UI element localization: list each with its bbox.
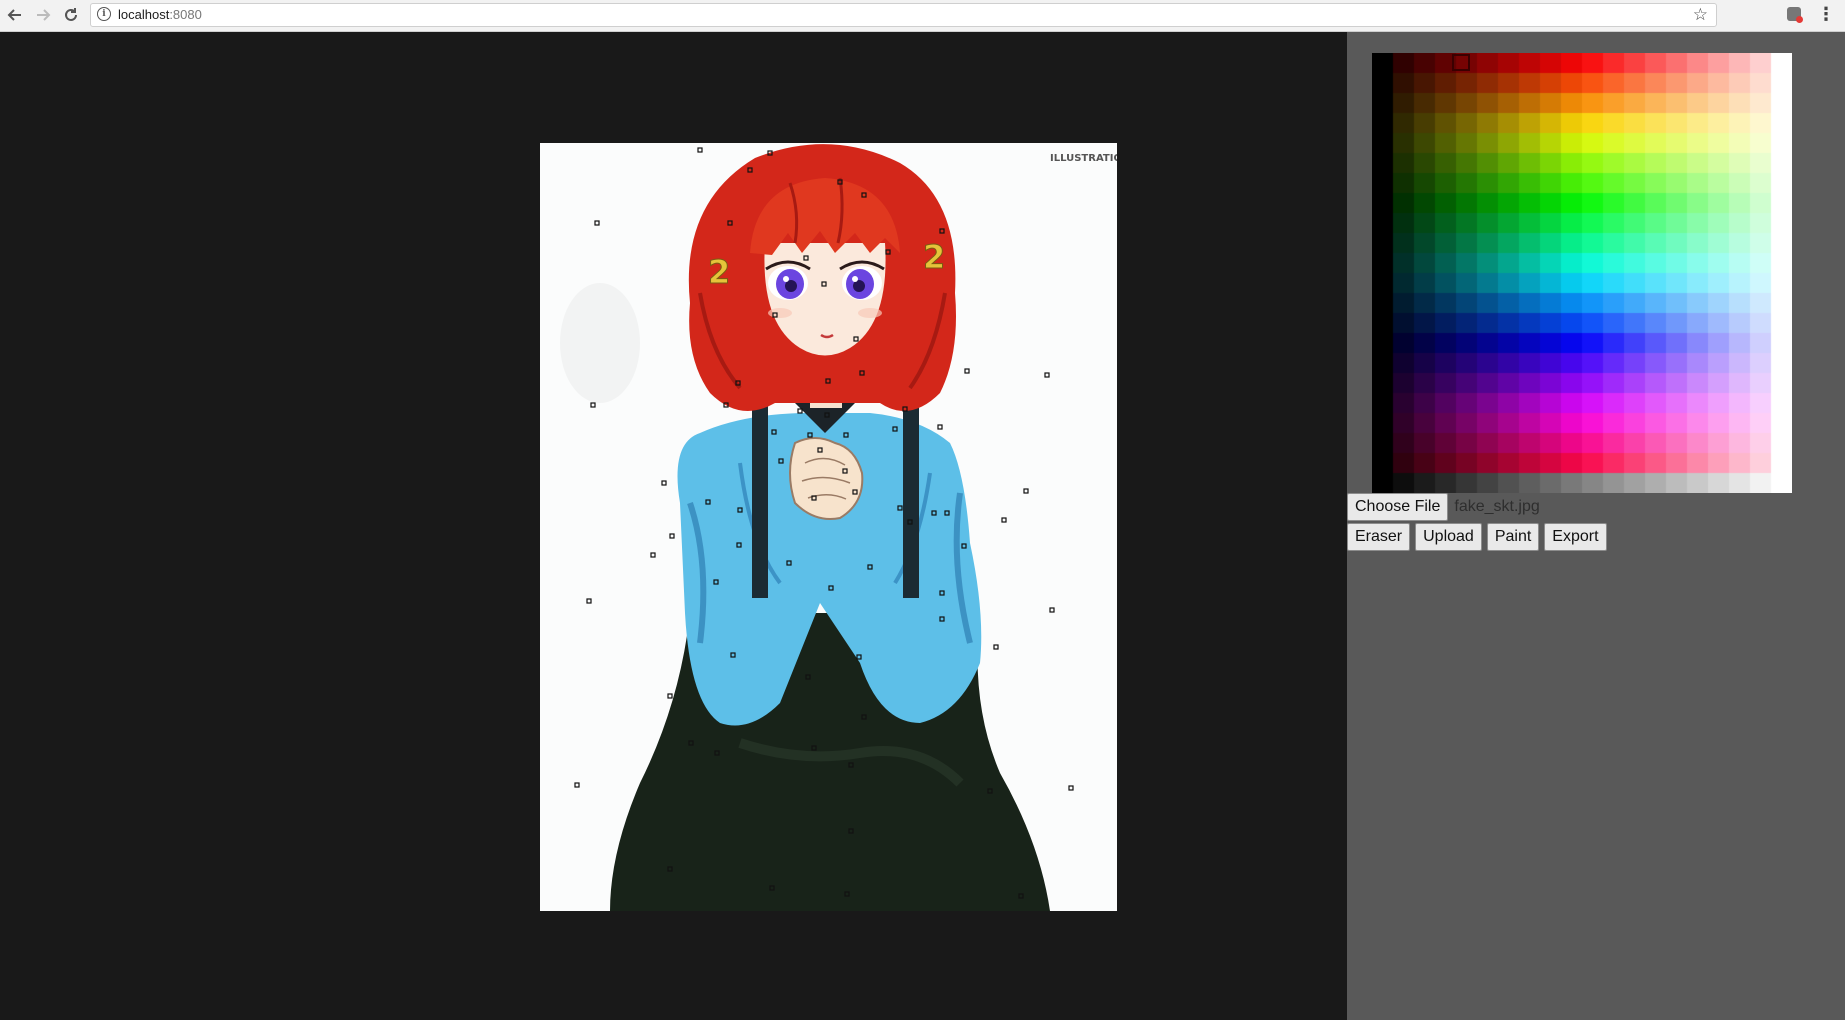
eraser-button[interactable]: Eraser <box>1347 523 1411 551</box>
menu-dots-icon[interactable]: ⋮ <box>1817 4 1835 25</box>
tool-buttons: Eraser Upload Paint Export <box>1347 523 1607 551</box>
svg-text:2: 2 <box>708 253 730 291</box>
selected-filename: fake_skt.jpg <box>1454 498 1540 515</box>
reload-icon[interactable] <box>60 4 82 26</box>
address-bar[interactable]: i localhost:8080 ☆ <box>90 3 1717 27</box>
color-palette[interactable] <box>1372 53 1792 493</box>
browser-toolbar: i localhost:8080 ☆ ⋮ <box>0 0 1845 32</box>
back-arrow-icon[interactable] <box>4 4 26 26</box>
url-host: localhost <box>118 7 170 22</box>
watermark: ILLUSTRATION <box>1050 153 1117 164</box>
upload-button[interactable]: Upload <box>1415 523 1482 551</box>
extension-icon[interactable] <box>1787 7 1803 23</box>
url-port: :8080 <box>169 7 202 22</box>
file-chooser: Choose File fake_skt.jpg <box>1347 493 1540 521</box>
svg-text:2: 2 <box>923 238 945 276</box>
forward-arrow-icon[interactable] <box>32 4 54 26</box>
drawing-canvas[interactable]: 2 2 ILLUSTRATION <box>540 143 1117 911</box>
info-icon[interactable]: i <box>97 7 111 21</box>
url-text: localhost:8080 <box>118 7 202 22</box>
paint-button[interactable]: Paint <box>1486 523 1540 551</box>
star-icon[interactable]: ☆ <box>1693 5 1708 25</box>
choose-file-button[interactable]: Choose File <box>1347 493 1449 521</box>
export-button[interactable]: Export <box>1544 523 1607 551</box>
palette-selection-marker <box>1452 54 1470 71</box>
